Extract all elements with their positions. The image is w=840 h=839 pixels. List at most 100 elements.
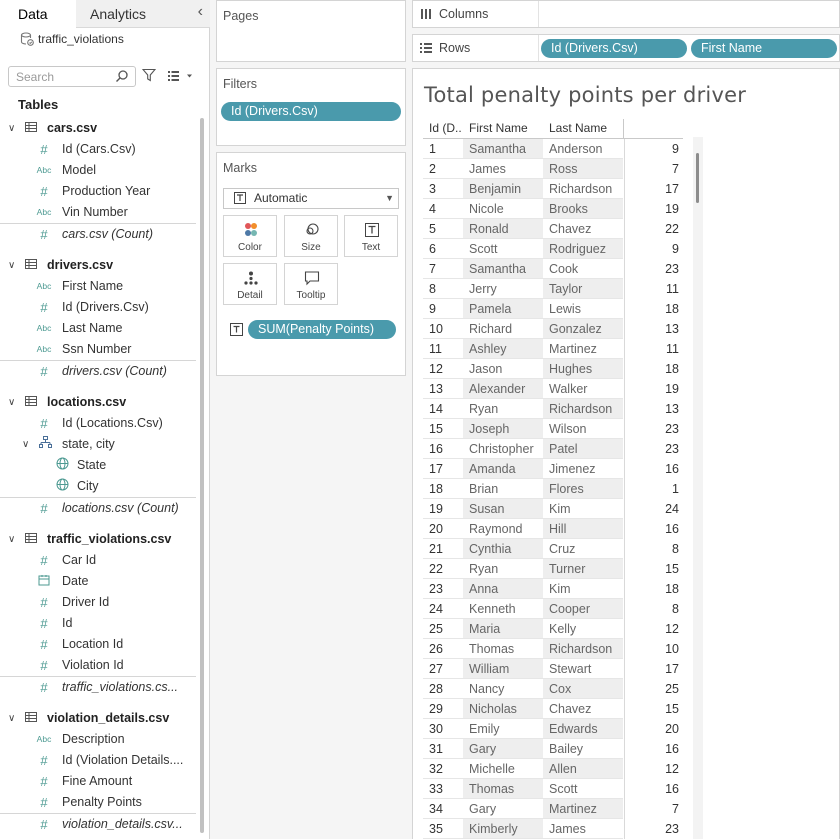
header-id[interactable]: Id (D.. <box>429 119 467 138</box>
cell-penalty-points[interactable]: 8 <box>624 599 683 619</box>
table-violation-details-csv[interactable]: ∨ violation_details.csv <box>0 708 196 729</box>
table-row[interactable]: 10 Richard Gonzalez 13 <box>423 319 683 339</box>
cell-last-name[interactable]: Hill <box>543 519 623 539</box>
table-row[interactable]: 35 Kimberly James 23 <box>423 819 683 839</box>
table-locations-csv[interactable]: ∨ locations.csv <box>0 392 196 413</box>
table-row[interactable]: 34 Gary Martinez 7 <box>423 799 683 819</box>
cell-id[interactable]: 30 <box>429 719 467 739</box>
mark-type-dropdown[interactable]: Automatic ▼ <box>223 188 399 209</box>
search-icon[interactable] <box>115 69 129 83</box>
cell-last-name[interactable]: Cooper <box>543 599 623 619</box>
field-location-id[interactable]: # Location Id <box>0 634 196 655</box>
cell-first-name[interactable]: Richard <box>463 319 543 339</box>
cell-penalty-points[interactable]: 12 <box>624 759 683 779</box>
cell-penalty-points[interactable]: 16 <box>624 779 683 799</box>
field-description[interactable]: Abc Description <box>0 729 196 750</box>
cell-last-name[interactable]: Kim <box>543 579 623 599</box>
cell-penalty-points[interactable]: 18 <box>624 359 683 379</box>
search-box[interactable] <box>8 66 136 87</box>
header-last-name[interactable]: Last Name <box>549 119 623 138</box>
cell-last-name[interactable]: Brooks <box>543 199 623 219</box>
cell-id[interactable]: 11 <box>429 339 467 359</box>
table-cars-csv[interactable]: ∨ cars.csv <box>0 118 196 139</box>
table-row[interactable]: 11 Ashley Martinez 11 <box>423 339 683 359</box>
filter-pill[interactable]: Id (Drivers.Csv) <box>221 102 401 121</box>
cell-last-name[interactable]: Edwards <box>543 719 623 739</box>
cell-penalty-points[interactable]: 13 <box>624 399 683 419</box>
cell-last-name[interactable]: Cruz <box>543 539 623 559</box>
cell-last-name[interactable]: Hughes <box>543 359 623 379</box>
cell-penalty-points[interactable]: 15 <box>624 699 683 719</box>
search-input[interactable] <box>9 67 109 86</box>
cell-id[interactable]: 9 <box>429 299 467 319</box>
cell-last-name[interactable]: James <box>543 819 623 839</box>
table-row[interactable]: 21 Cynthia Cruz 8 <box>423 539 683 559</box>
view-scrollbar-track[interactable] <box>693 137 703 839</box>
table-row[interactable]: 17 Amanda Jimenez 16 <box>423 459 683 479</box>
cell-id[interactable]: 26 <box>429 639 467 659</box>
cell-penalty-points[interactable]: 23 <box>624 819 683 839</box>
cell-last-name[interactable]: Jimenez <box>543 459 623 479</box>
cell-id[interactable]: 15 <box>429 419 467 439</box>
cell-id[interactable]: 10 <box>429 319 467 339</box>
cell-first-name[interactable]: William <box>463 659 543 679</box>
field-id[interactable]: # Id <box>0 613 196 634</box>
cell-last-name[interactable]: Ross <box>543 159 623 179</box>
cell-first-name[interactable]: Joseph <box>463 419 543 439</box>
cell-penalty-points[interactable]: 10 <box>624 639 683 659</box>
cell-id[interactable]: 25 <box>429 619 467 639</box>
cell-last-name[interactable]: Lewis <box>543 299 623 319</box>
cell-last-name[interactable]: Richardson <box>543 399 623 419</box>
cell-penalty-points[interactable]: 7 <box>624 159 683 179</box>
cell-id[interactable]: 19 <box>429 499 467 519</box>
field-id-violation-details[interactable]: # Id (Violation Details.... <box>0 750 196 771</box>
rows-pill-first-name[interactable]: First Name <box>691 39 837 58</box>
table-row[interactable]: 30 Emily Edwards 20 <box>423 719 683 739</box>
cell-id[interactable]: 24 <box>429 599 467 619</box>
tab-analytics[interactable]: Analytics <box>76 0 210 28</box>
table-drivers-csv[interactable]: ∨ drivers.csv <box>0 255 196 276</box>
table-row[interactable]: 19 Susan Kim 24 <box>423 499 683 519</box>
cell-penalty-points[interactable]: 18 <box>624 299 683 319</box>
filters-card[interactable]: Filters Id (Drivers.Csv) <box>216 68 406 146</box>
cell-last-name[interactable]: Cook <box>543 259 623 279</box>
cell-first-name[interactable]: Ryan <box>463 559 543 579</box>
cell-penalty-points[interactable]: 16 <box>624 519 683 539</box>
cell-penalty-points[interactable]: 25 <box>624 679 683 699</box>
table-row[interactable]: 2 James Ross 7 <box>423 159 683 179</box>
rows-shelf[interactable]: Rows Id (Drivers.Csv) First Name <box>412 34 840 62</box>
cell-id[interactable]: 4 <box>429 199 467 219</box>
table-row[interactable]: 13 Alexander Walker 19 <box>423 379 683 399</box>
table-row[interactable]: 25 Maria Kelly 12 <box>423 619 683 639</box>
cell-first-name[interactable]: Scott <box>463 239 543 259</box>
cell-penalty-points[interactable]: 23 <box>624 419 683 439</box>
cell-first-name[interactable]: Brian <box>463 479 543 499</box>
cell-first-name[interactable]: Nancy <box>463 679 543 699</box>
cell-first-name[interactable]: Amanda <box>463 459 543 479</box>
cell-id[interactable]: 18 <box>429 479 467 499</box>
marks-text-button[interactable]: Text <box>344 215 398 257</box>
cell-first-name[interactable]: Ryan <box>463 399 543 419</box>
cell-first-name[interactable]: Kimberly <box>463 819 543 839</box>
cell-id[interactable]: 34 <box>429 799 467 819</box>
cell-penalty-points[interactable]: 19 <box>624 379 683 399</box>
cell-penalty-points[interactable]: 17 <box>624 659 683 679</box>
cell-last-name[interactable]: Taylor <box>543 279 623 299</box>
cell-last-name[interactable]: Patel <box>543 439 623 459</box>
cell-last-name[interactable]: Gonzalez <box>543 319 623 339</box>
field-state[interactable]: State <box>0 455 196 476</box>
cell-id[interactable]: 32 <box>429 759 467 779</box>
cell-penalty-points[interactable]: 19 <box>624 199 683 219</box>
columns-shelf[interactable]: Columns <box>412 0 840 28</box>
field-id-cars-csv[interactable]: # Id (Cars.Csv) <box>0 139 196 160</box>
cell-id[interactable]: 14 <box>429 399 467 419</box>
field-production-year[interactable]: # Production Year <box>0 181 196 202</box>
pages-card[interactable]: Pages <box>216 0 406 62</box>
field-date[interactable]: Date <box>0 571 196 592</box>
cell-penalty-points[interactable]: 12 <box>624 619 683 639</box>
cell-last-name[interactable]: Bailey <box>543 739 623 759</box>
cell-first-name[interactable]: Ronald <box>463 219 543 239</box>
cell-first-name[interactable]: Kenneth <box>463 599 543 619</box>
table-row[interactable]: 12 Jason Hughes 18 <box>423 359 683 379</box>
cell-first-name[interactable]: Samantha <box>463 259 543 279</box>
